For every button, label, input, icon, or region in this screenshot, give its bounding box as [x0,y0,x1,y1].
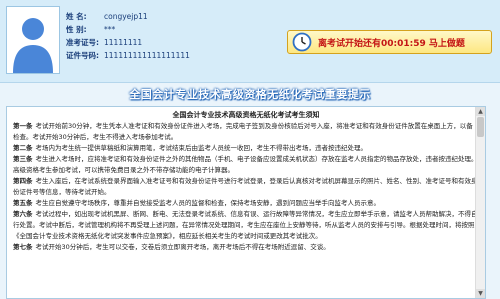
id-row: 证件号码: 111111111111111111 [66,49,190,62]
header: 姓 名: congyejp11 性 别: *** 准考证号: 11111111 … [0,0,500,83]
gender-value: *** [104,25,116,34]
rule-label: 第一条 [13,122,33,130]
rule-label: 第二条 [13,144,33,152]
rule-item: 第一条 考试开始前30分钟，考生凭本人准考证和有效身份证件进入考场，完成电子签到及… [13,121,479,143]
rule-text: 考生应自觉遵守考场秩序，尊重并自觉接受监考人员的监督和检查，保持考场安静，遇到问… [35,199,381,207]
admission-label: 准考证号: [66,38,99,47]
rule-item: 第四条 考生入座后，在考试系统登录界面输入准考证号和有效身份证件号进行考试登录，登… [13,176,479,198]
clock-icon [292,32,312,52]
name-label: 姓 名: [66,12,87,21]
page-title: 全国会计专业技术高级资格无纸化考试重要提示 [129,88,371,101]
scroll-down-icon[interactable]: ▼ [476,289,485,298]
rule-label: 第四条 [13,177,33,185]
rule-text: 考场内为考生统一提供草稿纸和演算用笔，考试结束后由监考人员统一收回，考生不得带出… [35,144,368,152]
scroll-up-icon[interactable]: ▲ [476,107,485,116]
rule-item: 第六条 考试过程中，如出现考试机黑屏、断网、断电、无法登录考试系统、信息有误、运行… [13,209,479,242]
rule-item: 第二条 考场内为考生统一提供草稿纸和演算用笔，考试结束后由监考人员统一收回，考生不… [13,143,479,154]
rule-item: 第五条 考生应自觉遵守考场秩序，尊重并自觉接受监考人员的监督和检查，保持考场安静，… [13,198,479,209]
admission-value: 11111111 [104,38,143,47]
gender-label: 性 别: [66,25,87,34]
person-silhouette-icon [7,7,59,73]
id-value: 111111111111111111 [104,51,190,60]
rule-text: 考试开始30分钟后，考生可以交卷，交卷后须立即离开考场，离开考场后不得在考场附近… [35,243,330,251]
rules-panel: 全国会计专业技术高级资格无纸化考试考生须知 第一条 考试开始前30分钟，考生凭本人… [6,106,486,299]
candidate-info: 姓 名: congyejp11 性 别: *** 准考证号: 11111111 … [66,10,190,62]
rule-text: 考试过程中，如出现考试机黑屏、断网、断电、无法登录考试系统、信息有误、运行故障等… [13,210,478,240]
rule-text: 考试开始前30分钟，考生凭本人准考证和有效身份证件进入考场，完成电子签到及身份核… [13,122,473,141]
id-label: 证件号码: [66,51,99,60]
gender-row: 性 别: *** [66,23,190,36]
rules-content: 全国会计专业技术高级资格无纸化考试考生须知 第一条 考试开始前30分钟，考生凭本人… [7,107,485,253]
scrollbar-thumb[interactable] [477,117,484,137]
rule-label: 第七条 [13,243,33,251]
admission-row: 准考证号: 11111111 [66,36,190,49]
rule-text: 考生进入考场时，应将准考证和有效身份证件之外的其他物品（手机、电子设备应设置成关… [13,155,478,174]
name-row: 姓 名: congyejp11 [66,10,190,23]
rule-item: 第三条 考生进入考场时，应将准考证和有效身份证件之外的其他物品（手机、电子设备应设… [13,154,479,176]
vertical-scrollbar[interactable]: ▲ ▼ [475,107,485,298]
name-value: congyejp11 [104,12,148,21]
rule-text: 考生入座后，在考试系统登录界面输入准考证号和有效身份证件号进行考试登录，登录后认… [13,177,478,196]
candidate-photo [6,6,60,74]
countdown-text: 离考试开始还有00:01:59 马上做题 [318,38,465,49]
rule-label: 第三条 [13,155,33,163]
rule-label: 第五条 [13,199,33,207]
rule-label: 第六条 [13,210,33,218]
rules-heading: 全国会计专业技术高级资格无纸化考试考生须知 [172,111,320,119]
start-exam-button[interactable]: 离考试开始还有00:01:59 马上做题 [287,30,492,54]
rule-item: 第七条 考试开始30分钟后，考生可以交卷，交卷后须立即离开考场，离开考场后不得在考… [13,242,479,253]
